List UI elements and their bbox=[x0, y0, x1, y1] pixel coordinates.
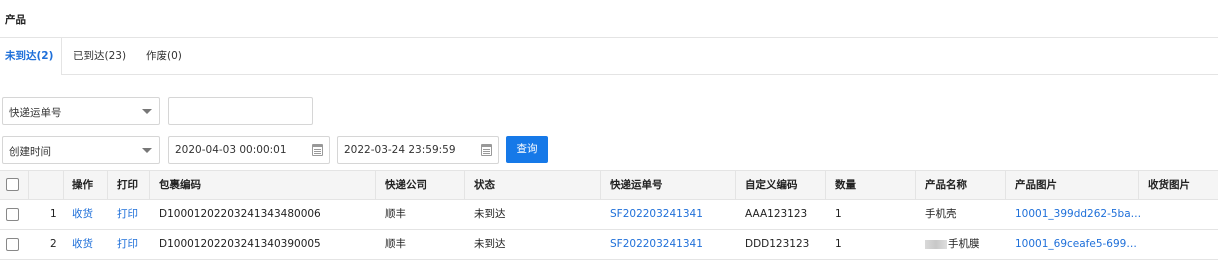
redacted-blur bbox=[925, 239, 947, 249]
product-name: 手机膜 bbox=[948, 238, 980, 250]
chevron-down-icon bbox=[142, 109, 152, 114]
chevron-down-icon bbox=[142, 148, 152, 153]
page-title: 产品 bbox=[5, 14, 26, 26]
product-image-link[interactable]: 10001_69ceafe5-699… bbox=[1015, 230, 1137, 259]
col-header-package-code: 包裹编码 bbox=[159, 179, 201, 191]
courier: 顺丰 bbox=[385, 208, 406, 220]
calendar-icon bbox=[312, 144, 323, 156]
tab-voided[interactable]: 作废(0) bbox=[146, 38, 182, 75]
custom-code: DDD123123 bbox=[745, 238, 810, 250]
status-tabs: 未到达(2) 已到达(23) 作废(0) bbox=[0, 38, 1218, 76]
tracking-link[interactable]: SF202203241341 bbox=[610, 200, 703, 229]
table-header-row: 操作 打印 包裹编码 快递公司 状态 快递运单号 自定义编码 数量 产品名称 产… bbox=[0, 170, 1218, 200]
product-name-cell: 手机膜 bbox=[925, 230, 980, 259]
product-image-link[interactable]: 10001_399dd262-5ba… bbox=[1015, 200, 1141, 229]
col-header-tracking: 快递运单号 bbox=[610, 179, 663, 191]
col-header-action: 操作 bbox=[72, 179, 93, 191]
table-row: 1 收货 打印 D1000120220324134348000​6 顺丰 未到达… bbox=[0, 200, 1218, 230]
col-header-product-name: 产品名称 bbox=[925, 179, 967, 191]
custom-code: AAA123123 bbox=[745, 208, 808, 220]
search-value-input[interactable] bbox=[168, 97, 313, 125]
tab-not-arrived[interactable]: 未到达(2) bbox=[0, 38, 63, 76]
start-date-value: 2020-04-03 00:00:01 bbox=[175, 144, 287, 156]
courier: 顺丰 bbox=[385, 238, 406, 250]
calendar-icon bbox=[481, 144, 492, 156]
col-header-qty: 数量 bbox=[835, 179, 856, 191]
end-date-input[interactable]: 2022-03-24 23:59:59 bbox=[337, 136, 499, 164]
status: 未到达 bbox=[474, 208, 506, 220]
end-date-value: 2022-03-24 23:59:59 bbox=[344, 144, 456, 156]
col-header-courier: 快递公司 bbox=[385, 179, 427, 191]
search-field-select-value: 快递运单号 bbox=[9, 107, 62, 119]
select-all-checkbox[interactable] bbox=[6, 178, 19, 191]
table-row: 2 收货 打印 D10001202203241340390005 顺丰 未到达 … bbox=[0, 230, 1218, 260]
package-code: D10001202203241340390005 bbox=[159, 238, 321, 250]
receive-link[interactable]: 收货 bbox=[72, 200, 93, 229]
package-code: D1000120220324134348000​6 bbox=[159, 208, 321, 220]
search-field-select[interactable]: 快递运单号 bbox=[2, 97, 160, 125]
start-date-input[interactable]: 2020-04-03 00:00:01 bbox=[168, 136, 330, 164]
row-checkbox[interactable] bbox=[6, 238, 19, 251]
time-field-select[interactable]: 创建时间 bbox=[2, 136, 160, 164]
col-header-custom-code: 自定义编码 bbox=[745, 179, 798, 191]
tracking-link[interactable]: SF202203241341 bbox=[610, 230, 703, 259]
tab-arrived[interactable]: 已到达(23) bbox=[73, 38, 126, 75]
row-checkbox[interactable] bbox=[6, 208, 19, 221]
product-name: 手机壳 bbox=[925, 208, 957, 220]
col-header-receipt-image: 收货图片 bbox=[1148, 179, 1190, 191]
page-header: 产品 bbox=[0, 0, 1218, 38]
col-header-product-image: 产品图片 bbox=[1015, 179, 1057, 191]
receive-link[interactable]: 收货 bbox=[72, 230, 93, 259]
quantity: 1 bbox=[835, 238, 842, 250]
col-header-status: 状态 bbox=[474, 179, 495, 191]
row-index: 2 bbox=[50, 238, 57, 250]
quantity: 1 bbox=[835, 208, 842, 220]
print-link[interactable]: 打印 bbox=[117, 200, 138, 229]
row-index: 1 bbox=[50, 208, 57, 220]
print-link[interactable]: 打印 bbox=[117, 230, 138, 259]
status: 未到达 bbox=[474, 238, 506, 250]
col-header-print: 打印 bbox=[117, 179, 138, 191]
time-field-select-value: 创建时间 bbox=[9, 146, 51, 158]
query-button[interactable]: 查询 bbox=[506, 136, 548, 163]
